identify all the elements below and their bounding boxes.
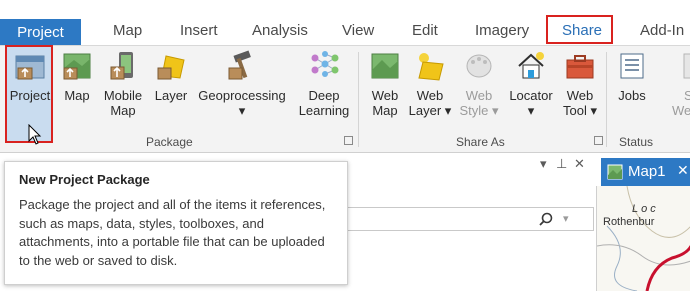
layer-package-icon — [157, 55, 185, 80]
group-label-package: Package — [146, 135, 193, 149]
mobile-map-package-icon — [110, 52, 133, 80]
map-view[interactable]: Loc Rothenbur — [596, 186, 690, 291]
tooltip-title: New Project Package — [19, 172, 150, 187]
tab-analysis[interactable]: Analysis — [252, 22, 308, 39]
share-tab-highlight — [546, 15, 613, 44]
deep-learning-package-button[interactable]: Deep Learning — [294, 50, 354, 118]
tab-insert[interactable]: Insert — [180, 22, 218, 39]
geoprocessing-package-button[interactable]: Geoprocessing ▾ — [194, 50, 290, 118]
share-as-dialog-launcher-icon[interactable] — [594, 136, 603, 145]
house-icon — [518, 52, 544, 79]
new-project-package-tooltip: New Project Package Package the project … — [4, 161, 348, 285]
package-dialog-launcher-icon[interactable] — [344, 136, 353, 145]
search-dropdown-icon[interactable]: ▾ — [563, 212, 569, 225]
web-map-icon — [371, 53, 399, 79]
group-label-share-as: Share As — [456, 135, 505, 149]
truncated-icon — [683, 53, 690, 79]
mobile-map-package-button[interactable]: Mobile Map — [98, 50, 148, 118]
close-pane-icon[interactable]: ✕ — [574, 156, 585, 172]
close-map-tab-icon[interactable]: ✕ — [677, 162, 689, 179]
group-divider — [606, 52, 607, 147]
truncated-ribbon-button[interactable]: S We — [664, 50, 690, 118]
tab-map[interactable]: Map — [113, 22, 142, 39]
pane-options-dropdown-icon[interactable]: ▾ — [540, 156, 547, 172]
web-layer-button[interactable]: Web Layer ▾ — [406, 50, 454, 118]
tab-add-in[interactable]: Add-In — [640, 22, 684, 39]
toolbox-icon — [566, 55, 594, 79]
group-divider — [358, 52, 359, 147]
list-icon — [620, 53, 644, 79]
tab-view[interactable]: View — [342, 22, 374, 39]
map-view-icon — [607, 164, 623, 180]
web-map-button[interactable]: Web Map — [364, 50, 406, 118]
tab-map1[interactable]: Map1 ✕ — [601, 158, 690, 186]
neural-network-icon — [311, 51, 339, 77]
web-style-button[interactable]: Web Style ▾ — [456, 50, 502, 118]
tooltip-body: Package the project and all of the items… — [19, 197, 326, 268]
tab-edit[interactable]: Edit — [412, 22, 438, 39]
map-label-region: Loc — [632, 203, 659, 215]
locator-button[interactable]: Locator ▾ — [504, 50, 558, 118]
tab-imagery[interactable]: Imagery — [475, 22, 529, 39]
jobs-button[interactable]: Jobs — [612, 50, 652, 114]
hammer-icon — [228, 50, 251, 80]
web-layer-icon — [418, 53, 444, 81]
layer-package-button[interactable]: Layer — [152, 50, 190, 114]
group-label-status: Status — [619, 135, 654, 149]
pin-icon[interactable]: ⊥ — [556, 156, 567, 172]
map-package-icon — [63, 53, 91, 80]
map-package-button[interactable]: Map — [60, 50, 94, 114]
palette-icon — [466, 54, 492, 78]
search-input[interactable]: ▾ — [340, 207, 594, 231]
tab-project[interactable]: Project — [0, 19, 81, 45]
mouse-cursor-icon — [28, 124, 42, 145]
search-icon[interactable] — [539, 212, 553, 226]
map-graphics — [597, 186, 690, 291]
map-label-town: Rothenbur — [603, 216, 655, 228]
web-tool-button[interactable]: Web Tool ▾ — [558, 50, 602, 118]
